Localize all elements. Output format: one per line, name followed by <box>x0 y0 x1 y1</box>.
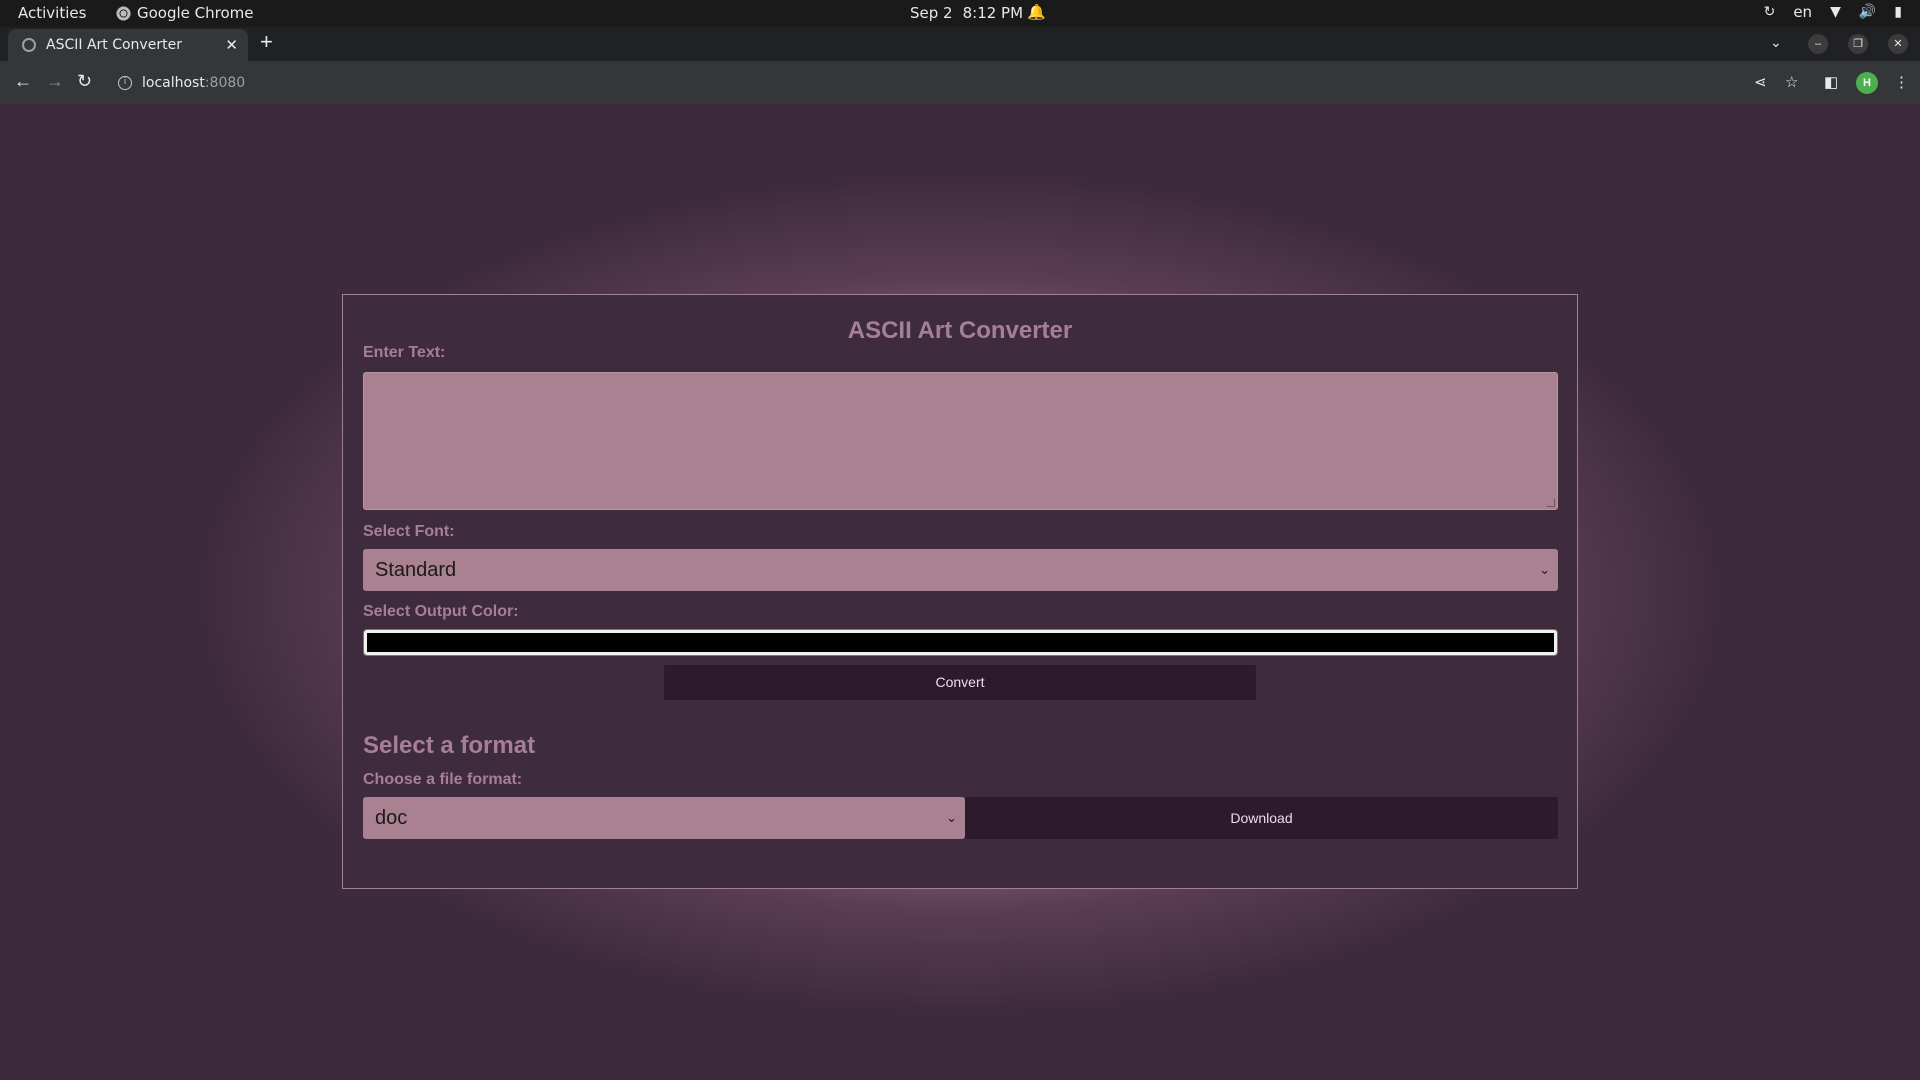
profile-avatar[interactable]: H <box>1856 72 1878 94</box>
bookmark-star-icon[interactable]: ☆ <box>1785 73 1798 91</box>
tab-ascii-art-converter[interactable]: ASCII Art Converter ✕ <box>8 29 248 61</box>
page-title: ASCII Art Converter <box>847 317 1073 344</box>
color-swatch <box>367 633 1554 652</box>
font-select-value: Standard <box>375 559 457 581</box>
update-icon[interactable]: ↻ <box>1764 4 1776 20</box>
side-panel-icon[interactable]: ◧ <box>1824 73 1838 91</box>
close-tab-icon[interactable]: ✕ <box>225 36 238 54</box>
file-format-select-value: doc <box>375 807 408 829</box>
url-port: :8080 <box>204 74 246 91</box>
enter-text-label: Enter Text: <box>363 344 446 361</box>
back-arrow-icon[interactable]: ← <box>14 71 32 92</box>
app-name: Google Chrome <box>137 4 254 22</box>
resize-handle-icon[interactable] <box>1547 499 1555 507</box>
select-font-label: Select Font: <box>363 523 455 540</box>
globe-icon <box>22 38 36 52</box>
minimize-button[interactable]: – <box>1808 34 1828 54</box>
color-picker-input[interactable] <box>363 629 1558 656</box>
clock[interactable]: Sep 2 8:12 PM <box>910 4 1023 22</box>
share-icon[interactable]: ⋖ <box>1754 73 1767 91</box>
kebab-menu-icon[interactable]: ⋮ <box>1894 73 1909 91</box>
page-viewport: ASCII Art Converter Enter Text: Select F… <box>0 104 1920 1080</box>
site-info-icon[interactable]: i <box>118 75 132 90</box>
forward-arrow-icon[interactable]: → <box>46 71 64 92</box>
volume-icon[interactable]: 🔊 <box>1859 4 1876 20</box>
reload-icon[interactable]: ↻ <box>77 71 92 92</box>
date-text: Sep 2 <box>910 4 953 22</box>
battery-icon[interactable]: ▮ <box>1894 4 1902 20</box>
tab-strip: ASCII Art Converter ✕ <box>0 27 1920 61</box>
wifi-icon[interactable]: ▼ <box>1830 4 1841 20</box>
chevron-down-icon: ⌄ <box>1539 562 1550 577</box>
os-top-bar: Activities Google Chrome Sep 2 8:12 PM 🔔… <box>0 0 1920 27</box>
tab-title: ASCII Art Converter <box>46 37 182 53</box>
new-tab-button[interactable]: + <box>260 31 273 53</box>
format-heading: Select a format <box>363 732 536 759</box>
select-color-label: Select Output Color: <box>363 603 519 620</box>
font-select[interactable]: Standard ⌄ <box>363 549 1558 591</box>
convert-button[interactable]: Convert <box>664 665 1256 700</box>
converter-card: ASCII Art Converter Enter Text: Select F… <box>342 294 1578 889</box>
file-format-label: Choose a file format: <box>363 771 523 788</box>
language-indicator[interactable]: en <box>1793 3 1812 21</box>
url-host: localhost <box>142 74 205 91</box>
app-menu[interactable]: Google Chrome <box>116 4 254 22</box>
time-text: 8:12 PM <box>962 4 1024 22</box>
file-format-select[interactable]: doc ⌄ <box>363 797 965 839</box>
restore-button[interactable]: ❐ <box>1848 34 1868 54</box>
text-input-area[interactable] <box>363 372 1558 510</box>
chevron-down-icon: ⌄ <box>946 810 957 825</box>
close-window-button[interactable]: ✕ <box>1888 34 1908 54</box>
download-button[interactable]: Download <box>965 797 1558 839</box>
system-tray[interactable]: ↻ en ▼ 🔊 ▮ <box>1764 3 1902 21</box>
browser-toolbar: ← → ↻ i localhost:8080 ⋖ ☆ ◧ H ⋮ <box>0 61 1920 104</box>
activities-button[interactable]: Activities <box>18 4 86 22</box>
chrome-icon <box>116 5 131 21</box>
tab-search-chevron-icon[interactable]: ⌄ <box>1770 34 1782 51</box>
notification-bell-icon[interactable]: 🔔 <box>1027 3 1046 21</box>
address-bar[interactable]: i localhost:8080 <box>108 67 1758 98</box>
